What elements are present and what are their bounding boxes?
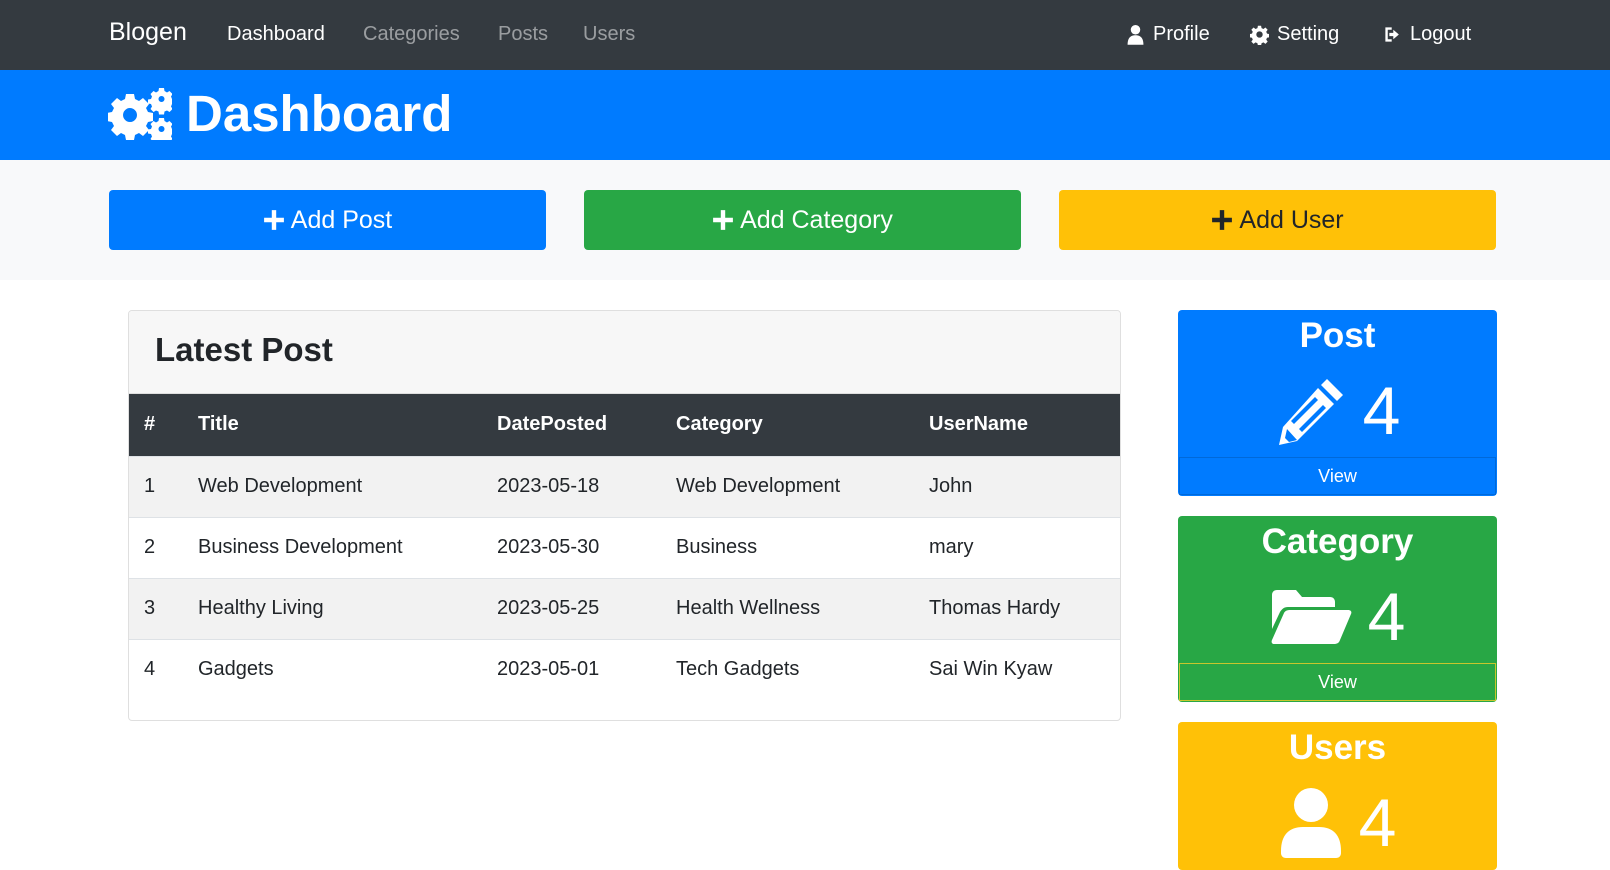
table-cell: Gadgets <box>198 638 497 700</box>
column-header: Category <box>676 413 763 436</box>
plus-icon <box>1212 210 1233 230</box>
table-cell: Thomas Hardy <box>929 577 1120 639</box>
table-cell: 2023-05-01 <box>497 638 676 700</box>
table-cell: Business <box>676 516 929 578</box>
stat-body: 4 <box>1178 782 1497 864</box>
table-row: 1 Web Development 2023-05-18 Web Develop… <box>129 455 1120 517</box>
gears-icon <box>107 88 175 145</box>
nav-link-users[interactable]: Users <box>583 23 635 46</box>
page-title: Dashboard <box>186 85 453 142</box>
stat-title: Category <box>1261 522 1414 561</box>
pencil-icon <box>1278 379 1343 445</box>
table-row: 2 Business Development 2023-05-30 Busine… <box>129 516 1120 578</box>
table-row: 4 Gadgets 2023-05-01 Tech Gadgets Sai Wi… <box>129 638 1120 700</box>
plus-icon <box>263 210 284 230</box>
navbar: Blogen Dashboard Categories Posts Users … <box>0 0 1610 70</box>
nav-link-categories[interactable]: Categories <box>363 23 460 46</box>
users-count: 4 <box>1358 785 1397 861</box>
nav-profile-label: Profile <box>1153 23 1210 45</box>
stat-title: Post <box>1299 316 1376 355</box>
column-header: # <box>144 413 156 436</box>
table-cell: Tech Gadgets <box>676 638 929 700</box>
nav-setting-link[interactable]: Setting <box>1250 23 1339 46</box>
card-title: Latest Post <box>155 331 333 368</box>
page-header: Dashboard <box>0 70 1610 160</box>
stat-title: Users <box>1288 728 1387 767</box>
view-categories-button[interactable]: View <box>1179 663 1496 701</box>
user-icon <box>1280 788 1341 858</box>
category-stat-card: Category 4 View <box>1178 516 1497 702</box>
plus-icon <box>713 210 733 230</box>
nav-logout-link[interactable]: Logout <box>1383 23 1471 46</box>
post-stat-card: Post 4 View <box>1178 310 1497 496</box>
table-cell: Sai Win Kyaw <box>929 638 1120 700</box>
logout-icon <box>1385 27 1399 42</box>
nav-link-dashboard[interactable]: Dashboard <box>227 23 325 46</box>
view-posts-button[interactable]: View <box>1179 457 1496 495</box>
table-cell: 2023-05-30 <box>497 516 676 578</box>
table-cell: 2023-05-25 <box>497 577 676 639</box>
folder-open-icon <box>1271 590 1351 644</box>
nav-setting-label: Setting <box>1277 23 1340 45</box>
table-cell: 2 <box>129 516 198 578</box>
nav-profile-link[interactable]: Profile <box>1126 23 1210 46</box>
post-count: 4 <box>1362 373 1401 449</box>
stat-body: 4 <box>1178 370 1497 452</box>
column-header: UserName <box>929 413 1028 436</box>
table-cell: John <box>929 455 1120 517</box>
latest-post-table: # Title DatePosted Category UserName 1 W… <box>129 394 1120 700</box>
table-cell: Healthy Living <box>198 577 497 639</box>
table-cell: Health Wellness <box>676 577 929 639</box>
latest-post-card: Latest Post # Title DatePosted Category … <box>128 310 1121 721</box>
add-user-button[interactable]: Add User <box>1059 190 1496 250</box>
table-cell: 3 <box>129 577 198 639</box>
category-count: 4 <box>1367 579 1406 655</box>
user-icon <box>1127 25 1144 45</box>
brand-logo[interactable]: Blogen <box>109 18 187 47</box>
actions-bar: Add Post Add Category Add User <box>0 160 1610 280</box>
table-cell: Web Development <box>676 455 929 517</box>
add-user-label: Add User <box>1239 205 1344 234</box>
nav-link-posts[interactable]: Posts <box>498 23 548 46</box>
table-cell: 2023-05-18 <box>497 455 676 517</box>
add-post-button[interactable]: Add Post <box>109 190 546 250</box>
add-category-button[interactable]: Add Category <box>584 190 1021 250</box>
column-header: Title <box>198 413 239 436</box>
gear-icon <box>1250 25 1269 45</box>
table-cell: mary <box>929 516 1120 578</box>
table-header-row: # Title DatePosted Category UserName <box>129 394 1120 456</box>
table-row: 3 Healthy Living 2023-05-25 Health Welln… <box>129 577 1120 639</box>
stat-body: 4 <box>1178 576 1497 658</box>
card-header: Latest Post <box>129 311 1120 394</box>
column-header: DatePosted <box>497 413 608 436</box>
nav-logout-label: Logout <box>1410 23 1472 45</box>
users-stat-card: Users 4 <box>1178 722 1497 870</box>
table-cell: 4 <box>129 638 198 700</box>
add-category-label: Add Category <box>740 205 893 234</box>
add-post-label: Add Post <box>290 205 393 234</box>
table-cell: Web Development <box>198 455 497 517</box>
table-cell: Business Development <box>198 516 497 578</box>
table-cell: 1 <box>129 455 198 517</box>
